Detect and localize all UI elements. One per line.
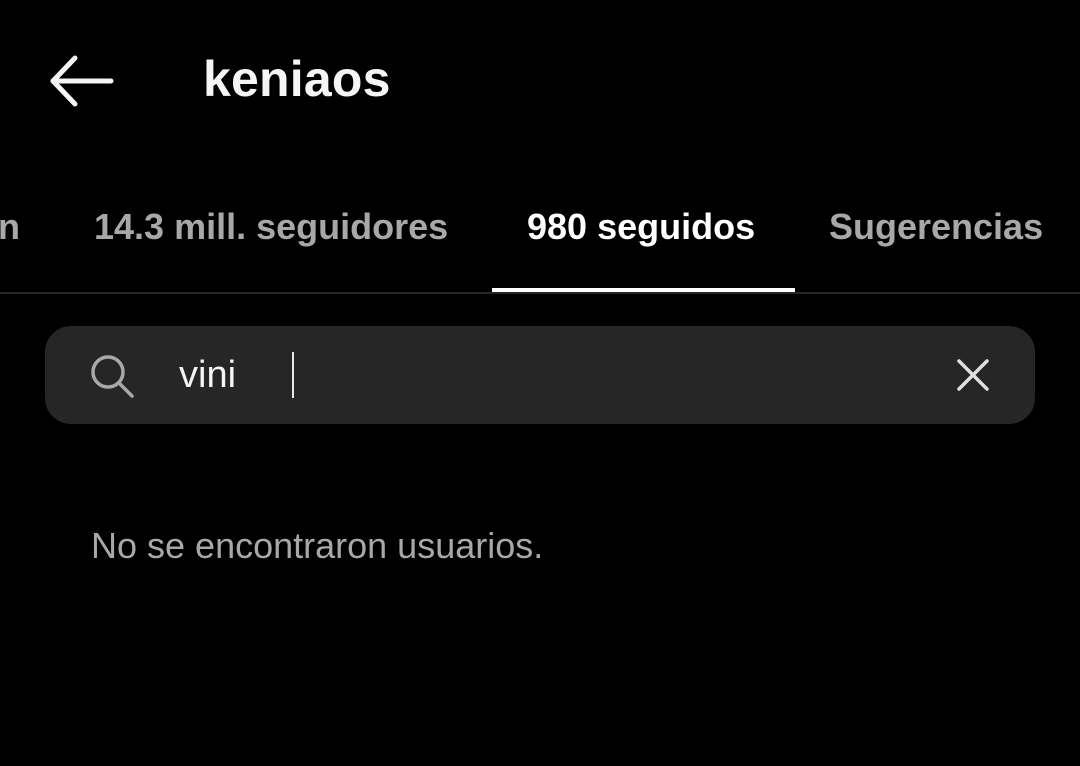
profile-username-title: keniaos	[203, 51, 391, 107]
text-cursor	[292, 352, 294, 398]
search-icon	[91, 355, 134, 398]
arrow-left-icon	[50, 55, 114, 107]
close-icon	[957, 359, 989, 391]
no-results-message: No se encontraron usuarios.	[91, 525, 544, 566]
tab-partial-left[interactable]: n	[0, 206, 20, 248]
tab-followers[interactable]: 14.3 mill. seguidores	[94, 206, 448, 248]
tab-suggestions[interactable]: Sugerencias	[829, 206, 1043, 248]
search-bar	[45, 326, 1035, 424]
search-input[interactable]	[179, 350, 909, 400]
follow-tabs: n 14.3 mill. seguidores 980 seguidos Sug…	[0, 182, 1080, 292]
clear-search-button[interactable]	[947, 349, 999, 401]
tabs-divider	[0, 292, 1080, 294]
back-button[interactable]	[40, 48, 120, 114]
tab-following[interactable]: 980 seguidos	[527, 206, 755, 248]
top-app-bar: keniaos	[0, 0, 1080, 160]
